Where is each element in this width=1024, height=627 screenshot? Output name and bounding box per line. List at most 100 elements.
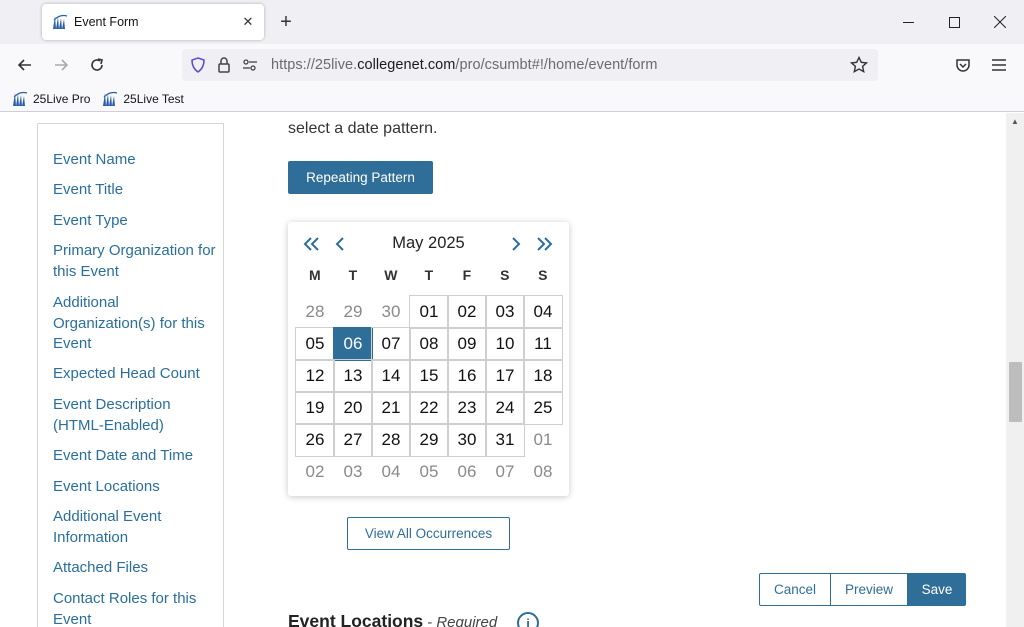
- sidebar-item-event-title[interactable]: Event Title: [53, 180, 218, 201]
- calendar-day[interactable]: 29: [409, 423, 449, 457]
- navigation-toolbar: https://25live.collegenet.com/pro/csumbt…: [0, 44, 1024, 86]
- bookmark-25live-pro[interactable]: 25Live Pro: [12, 91, 90, 107]
- sidebar-item-event-type[interactable]: Event Type: [53, 211, 218, 232]
- cancel-button[interactable]: Cancel: [759, 573, 831, 606]
- calendar-day[interactable]: 04: [523, 295, 563, 329]
- calendar-day[interactable]: 13: [333, 359, 373, 393]
- weekday-header: S: [500, 267, 510, 283]
- calendar-day[interactable]: 27: [333, 423, 373, 457]
- calendar-day[interactable]: 01: [409, 295, 449, 329]
- form-actions: Cancel Preview Save: [759, 573, 966, 606]
- calendar-day[interactable]: 07: [371, 327, 411, 361]
- new-tab-icon[interactable]: +: [272, 8, 300, 36]
- calendar-day[interactable]: 16: [447, 359, 487, 393]
- calendar-day-outside-month[interactable]: 28: [296, 296, 334, 328]
- sidebar-item-event-date-time[interactable]: Event Date and Time: [53, 446, 218, 467]
- calendar-day-outside-month[interactable]: 03: [334, 456, 372, 488]
- pocket-icon[interactable]: [947, 49, 979, 81]
- view-all-occurrences-button[interactable]: View All Occurrences: [347, 517, 510, 550]
- 25live-favicon-icon: [13, 91, 28, 106]
- calendar-day[interactable]: 15: [409, 359, 449, 393]
- address-bar[interactable]: https://25live.collegenet.com/pro/csumbt…: [182, 49, 878, 81]
- calendar-day[interactable]: 17: [485, 359, 525, 393]
- calendar-day[interactable]: 21: [371, 391, 411, 425]
- repeating-pattern-button[interactable]: Repeating Pattern: [288, 161, 433, 194]
- required-label: - Required: [427, 614, 498, 627]
- tab-strip: Event Form ✕ +: [0, 0, 1024, 44]
- calendar-day-outside-month[interactable]: 07: [486, 456, 524, 488]
- minimize-icon[interactable]: [885, 0, 931, 44]
- calendar-day[interactable]: 08: [409, 327, 449, 361]
- sidebar-item-primary-organization[interactable]: Primary Organization for this Event: [53, 241, 218, 282]
- sidebar-item-contact-roles[interactable]: Contact Roles for this Event: [53, 589, 218, 627]
- close-window-icon[interactable]: [977, 0, 1023, 44]
- calendar-day-outside-month[interactable]: 08: [524, 456, 562, 488]
- lock-icon[interactable]: [211, 49, 237, 81]
- calendar-day-outside-month[interactable]: 04: [372, 456, 410, 488]
- weekday-header: T: [424, 267, 434, 283]
- 25live-favicon-icon: [52, 14, 68, 30]
- sidebar-item-event-name[interactable]: Event Name: [53, 150, 218, 171]
- calendar-day-selected[interactable]: 06: [333, 327, 373, 361]
- preview-button[interactable]: Preview: [831, 573, 908, 606]
- scroll-up-icon[interactable]: ▲: [1006, 113, 1024, 130]
- calendar-day[interactable]: 02: [447, 295, 487, 329]
- sidebar-item-event-locations[interactable]: Event Locations: [53, 477, 218, 498]
- sidebar-item-additional-organizations[interactable]: Additional Organization(s) for this Even…: [53, 293, 218, 355]
- calendar-day[interactable]: 23: [447, 391, 487, 425]
- weekday-header: S: [538, 267, 548, 283]
- calendar-day-outside-month[interactable]: 30: [372, 296, 410, 328]
- tab-event-form[interactable]: Event Form ✕: [42, 4, 264, 40]
- calendar-day[interactable]: 03: [485, 295, 525, 329]
- weekday-header: T: [348, 267, 358, 283]
- reload-icon[interactable]: [81, 49, 113, 81]
- info-icon[interactable]: i: [517, 612, 539, 627]
- calendar-day-outside-month[interactable]: 01: [524, 424, 562, 456]
- calendar-day[interactable]: 12: [295, 359, 335, 393]
- bookmarks-toolbar: 25Live Pro 25Live Test: [0, 86, 1024, 112]
- form-section-nav: Event Name Event Title Event Type Primar…: [37, 123, 224, 627]
- forward-icon[interactable]: [45, 49, 77, 81]
- next-month-icon[interactable]: [502, 232, 530, 256]
- calendar-day[interactable]: 09: [447, 327, 487, 361]
- calendar-day[interactable]: 18: [523, 359, 563, 393]
- bookmark-25live-test[interactable]: 25Live Test: [102, 91, 184, 107]
- calendar-day[interactable]: 22: [409, 391, 449, 425]
- calendar-day-outside-month[interactable]: 05: [410, 456, 448, 488]
- next-year-icon[interactable]: [530, 232, 558, 256]
- calendar-day[interactable]: 24: [485, 391, 525, 425]
- calendar-day-outside-month[interactable]: 02: [296, 456, 334, 488]
- calendar-day[interactable]: 30: [447, 423, 487, 457]
- calendar-day[interactable]: 31: [485, 423, 525, 457]
- sidebar-item-attached-files[interactable]: Attached Files: [53, 558, 218, 579]
- calendar-day[interactable]: 19: [295, 391, 335, 425]
- save-button[interactable]: Save: [908, 573, 966, 606]
- calendar-day[interactable]: 14: [371, 359, 411, 393]
- menu-icon[interactable]: [983, 49, 1015, 81]
- calendar-day[interactable]: 20: [333, 391, 373, 425]
- weekday-header: F: [462, 267, 472, 283]
- sidebar-item-event-description[interactable]: Event Description (HTML-Enabled): [53, 395, 218, 436]
- date-picker-calendar: May 2025 M T W T F S S 28 29 30 01 02 03 04 05 06 07 08 09…: [288, 222, 569, 496]
- calendar-day[interactable]: 05: [295, 327, 335, 361]
- back-icon[interactable]: [9, 49, 41, 81]
- section-title: Event Locations: [288, 611, 424, 627]
- calendar-day-outside-month[interactable]: 06: [448, 456, 486, 488]
- calendar-day[interactable]: 28: [371, 423, 411, 457]
- page-scrollbar[interactable]: ▲: [1006, 113, 1024, 627]
- permissions-icon[interactable]: [237, 49, 263, 81]
- calendar-day[interactable]: 11: [523, 327, 563, 361]
- shield-icon[interactable]: [185, 49, 211, 81]
- calendar-day[interactable]: 25: [523, 391, 563, 425]
- bookmark-star-icon[interactable]: [846, 49, 872, 81]
- close-tab-icon[interactable]: ✕: [234, 8, 262, 36]
- scrollbar-thumb[interactable]: [1009, 362, 1022, 422]
- url-text[interactable]: https://25live.collegenet.com/pro/csumbt…: [271, 57, 658, 73]
- calendar-day-outside-month[interactable]: 29: [334, 296, 372, 328]
- calendar-day[interactable]: 26: [295, 423, 335, 457]
- calendar-day[interactable]: 10: [485, 327, 525, 361]
- event-locations-heading: Event Locations - Required: [288, 611, 497, 627]
- sidebar-item-additional-information[interactable]: Additional Event Information: [53, 507, 218, 548]
- sidebar-item-expected-head-count[interactable]: Expected Head Count: [53, 364, 218, 385]
- maximize-icon[interactable]: [931, 0, 977, 44]
